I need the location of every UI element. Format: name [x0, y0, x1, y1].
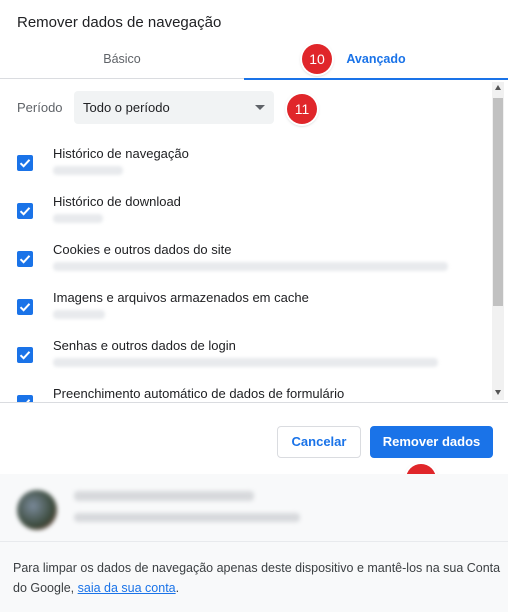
dialog-title: Remover dados de navegação [17, 14, 222, 31]
tab-bar: Básico Avançado [0, 40, 508, 80]
list-item: Cookies e outros dados do site [0, 242, 490, 290]
settings-content: Período Todo o período Histórico de nave… [0, 80, 508, 402]
step-badge-11: 11 [287, 94, 317, 124]
redacted-detail [53, 310, 105, 319]
list-item: Histórico de download [0, 194, 490, 242]
clear-browsing-data-dialog: Remover dados de navegação Básico Avança… [0, 0, 508, 612]
checkbox-cache[interactable] [17, 299, 33, 315]
tab-advanced[interactable]: Avançado [244, 40, 508, 80]
item-label: Cookies e outros dados do site [53, 242, 232, 257]
checkbox-download-history[interactable] [17, 203, 33, 219]
checkbox-browsing-history[interactable] [17, 155, 33, 171]
checkmark-icon [19, 159, 31, 168]
account-footer: Para limpar os dados de navegação apenas… [0, 474, 508, 612]
account-row [0, 474, 508, 542]
list-item: Senhas e outros dados de login [0, 338, 490, 386]
period-label: Período [17, 100, 63, 115]
redacted-detail [53, 262, 448, 271]
checkmark-icon [19, 207, 31, 216]
checkbox-cookies[interactable] [17, 251, 33, 267]
list-item: Histórico de navegação [0, 146, 490, 194]
tab-basic[interactable]: Básico [0, 40, 244, 79]
redacted-detail [53, 358, 438, 367]
checkbox-autofill[interactable] [17, 395, 33, 402]
sign-out-link[interactable]: saia da sua conta [78, 581, 176, 595]
item-label: Preenchimento automático de dados de for… [53, 386, 345, 401]
period-select[interactable]: Todo o período [74, 91, 274, 124]
tab-advanced-label: Avançado [346, 52, 406, 66]
scroll-up-arrow-icon[interactable] [495, 85, 501, 90]
checkmark-icon [19, 255, 31, 264]
list-item: Imagens e arquivos armazenados em cache [0, 290, 490, 338]
item-label: Histórico de navegação [53, 146, 189, 161]
dropdown-arrow-icon [255, 105, 265, 110]
redacted-detail [53, 214, 103, 223]
step-badge-10: 10 [302, 44, 332, 74]
redacted-account-name [74, 491, 254, 501]
redacted-account-email [74, 513, 300, 522]
cancel-button[interactable]: Cancelar [277, 426, 361, 458]
checkmark-icon [19, 351, 31, 360]
item-label: Histórico de download [53, 194, 181, 209]
footer-suffix: . [175, 581, 180, 595]
period-select-value: Todo o período [83, 100, 170, 115]
sign-out-note: Para limpar os dados de navegação apenas… [13, 558, 503, 598]
item-label: Senhas e outros dados de login [53, 338, 236, 353]
remove-data-button[interactable]: Remover dados [370, 426, 493, 458]
scrollbar-thumb[interactable] [493, 98, 503, 306]
checkmark-icon [19, 303, 31, 312]
scrollbar[interactable] [492, 82, 504, 400]
avatar [17, 490, 57, 530]
redacted-detail [53, 166, 123, 175]
list-item: Preenchimento automático de dados de for… [0, 386, 490, 402]
checkbox-passwords[interactable] [17, 347, 33, 363]
divider [0, 402, 508, 403]
scroll-down-arrow-icon[interactable] [495, 390, 501, 395]
item-label: Imagens e arquivos armazenados em cache [53, 290, 309, 305]
